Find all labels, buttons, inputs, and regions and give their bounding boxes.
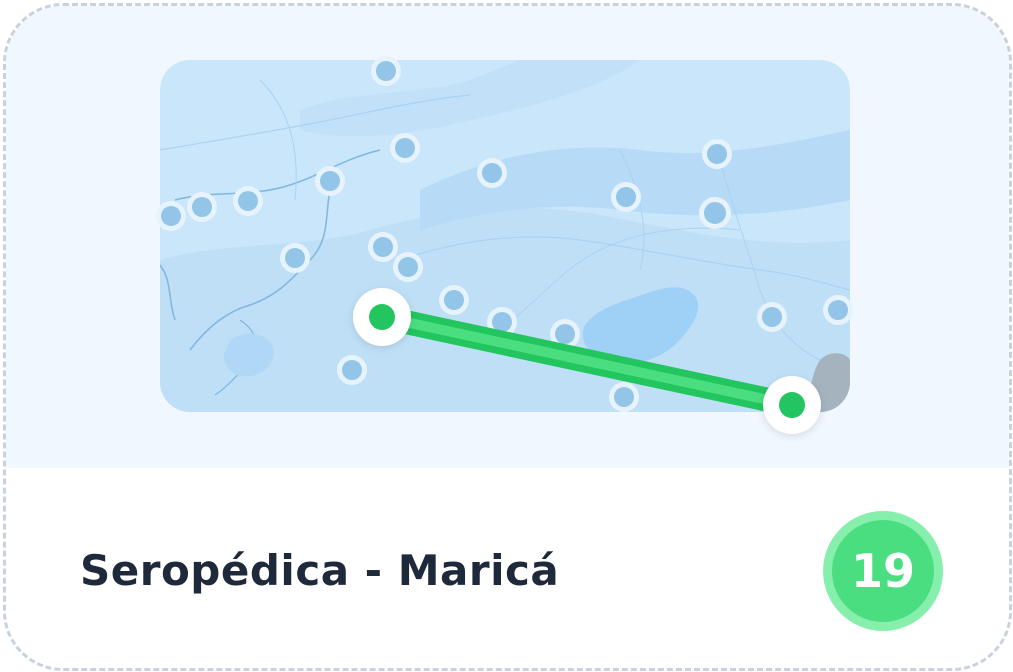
bus-stop-icon[interactable]	[393, 252, 423, 282]
bus-stop-icon[interactable]	[156, 201, 186, 231]
bus-stop-icon[interactable]	[439, 285, 469, 315]
bus-stop-icon[interactable]	[699, 197, 731, 229]
bus-stop-icon[interactable]	[315, 166, 345, 196]
bus-stop-icon[interactable]	[609, 382, 639, 412]
map-panel[interactable]	[160, 60, 850, 412]
bus-stop-icon[interactable]	[337, 355, 367, 385]
bus-stop-icon[interactable]	[823, 295, 853, 325]
bus-stop-icon[interactable]	[611, 182, 641, 212]
bus-stop-icon[interactable]	[390, 133, 420, 163]
bus-stop-icon[interactable]	[477, 158, 507, 188]
bus-stop-icon[interactable]	[371, 56, 401, 86]
bus-stop-icon[interactable]	[702, 139, 732, 169]
bus-stop-icon[interactable]	[187, 192, 217, 222]
bus-stop-icon[interactable]	[757, 302, 787, 332]
map-pin-end-icon[interactable]	[763, 376, 821, 434]
bus-stop-icon[interactable]	[280, 243, 310, 273]
map-pin-start-icon[interactable]	[353, 288, 411, 346]
bus-stop-icon[interactable]	[368, 232, 398, 262]
bus-stop-icon[interactable]	[233, 186, 263, 216]
map-overlay	[156, 56, 853, 434]
